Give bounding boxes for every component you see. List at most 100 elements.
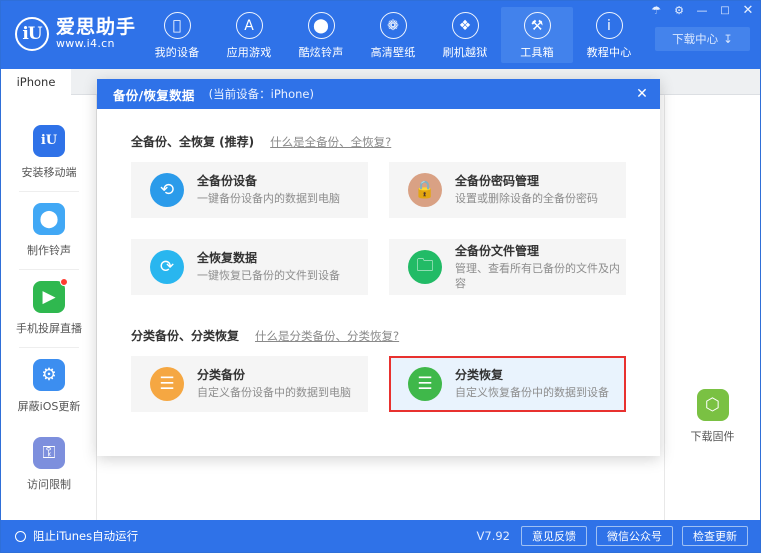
dialog-subtitle: (当前设备：iPhone) <box>208 87 314 101</box>
section-card-grid-1: ☰ 分类备份自定义备份设备中的数据到电脑 ☰ 分类恢复自定义恢复备份中的数据到设备 <box>131 356 626 412</box>
action-card-lock-password[interactable]: 🔒 全备份密码管理 设置或删除设备的全备份密码 <box>389 162 626 218</box>
top-nav-item-0[interactable]:  我的设备 <box>141 7 213 63</box>
top-navigation-bar: iU 爱思助手 www.i4.cn  我的设备 A 应用游戏 ⬤ 酷炫铃声 ❁ 高清壁纸 ❖ 刷… <box>1 1 760 69</box>
close-button[interactable]: ✕ <box>742 4 754 17</box>
top-nav-item-6[interactable]: i 教程中心 <box>573 7 645 63</box>
box-icon: ❖ <box>451 12 479 39</box>
sidebar-item-2[interactable]: ▶ 手机投屏直播 <box>1 269 97 347</box>
card-description: 自定义恢复备份中的数据到设备 <box>455 386 609 400</box>
category-backup-icon: ☰ <box>150 367 184 401</box>
brand-mark-icon: iU <box>15 17 49 51</box>
right-sidebar: ⬡ 下载固件 <box>664 95 760 520</box>
window-controls: ☂ ⚙ — □ ✕ <box>650 4 754 17</box>
card-title: 全备份密码管理 <box>455 173 540 188</box>
card-title: 全恢复数据 <box>197 250 258 265</box>
dialog-title: 备份/恢复数据 <box>113 87 195 103</box>
action-card-backup-device[interactable]: ⟲ 全备份设备一键备份设备内的数据到电脑 <box>131 162 368 218</box>
info-icon: i <box>595 12 623 39</box>
top-nav-items:  我的设备 A 应用游戏 ⬤ 酷炫铃声 ❁ 高清壁纸 ❖ 刷机越狱 ⚒ 工具箱 i 教程中心 <box>141 7 645 63</box>
tab-iphone[interactable]: iPhone <box>1 69 71 95</box>
backup-files-folder-icon: 🗀 <box>408 250 442 284</box>
tools-icon: ⚒ <box>523 12 551 39</box>
sidebar-item-4[interactable]: ⚿ 访问限制 <box>1 425 97 503</box>
top-nav-label: 教程中心 <box>586 46 632 59</box>
backup-device-icon: ⟲ <box>150 173 184 207</box>
top-nav-label: 应用游戏 <box>226 46 272 59</box>
card-description: 设置或删除设备的全备份密码 <box>455 192 598 206</box>
brand-logo[interactable]: iU 爱思助手 www.i4.cn <box>15 17 136 51</box>
action-card-backup-files-folder[interactable]: 🗀 全备份文件管理管理、查看所有已备份的文件及内容 <box>389 239 626 295</box>
status-bar: 阻止iTunes自动运行 V7.92 意见反馈 微信公众号 检查更新 <box>1 520 760 552</box>
firmware-cube-icon: ⬡ <box>696 388 729 421</box>
top-nav-label: 酷炫铃声 <box>298 46 344 59</box>
notification-badge <box>60 277 68 286</box>
check-update-button[interactable]: 检查更新 <box>682 526 748 546</box>
close-icon[interactable]: ✕ <box>632 84 652 104</box>
top-nav-label: 工具箱 <box>520 46 554 59</box>
section-header-1: 分类备份、分类恢复 什么是分类备份、分类恢复? <box>131 327 626 344</box>
sidebar-item-0[interactable]: iU 安装移动端 <box>1 113 97 191</box>
toggle-circle-icon <box>15 530 26 542</box>
section-help-link[interactable]: 什么是全备份、全恢复? <box>270 134 391 150</box>
download-center-button[interactable]: 下载中心 ↧ <box>655 27 750 51</box>
wechat-button[interactable]: 微信公众号 <box>596 526 673 546</box>
left-sidebar: iU 安装移动端 ⬤ 制作铃声 ▶ 手机投屏直播 ⚙ 屏蔽iOS更新 ⚿ 访问限制 <box>1 95 97 520</box>
section-header-0: 全备份、全恢复 (推荐) 什么是全备份、全恢复? <box>131 133 626 150</box>
top-nav-item-2[interactable]: ⬤ 酷炫铃声 <box>285 7 357 63</box>
settings-gear-icon[interactable]: ⚙ <box>673 5 685 16</box>
action-card-restore-data[interactable]: ⟳ 全恢复数据 一键恢复已备份的文件到设备 <box>131 239 368 295</box>
brand-url: www.i4.cn <box>56 37 115 51</box>
card-description: 管理、查看所有已备份的文件及内容 <box>455 261 620 290</box>
sidebar-item-firmware[interactable]: ⬡ 下载固件 <box>665 380 760 452</box>
download-icon: ↧ <box>723 32 733 46</box>
card-title: 分类恢复 <box>455 367 504 382</box>
top-nav-item-1[interactable]: A 应用游戏 <box>213 7 285 63</box>
appstore-icon: A <box>235 12 263 39</box>
app-window: iU 爱思助手 www.i4.cn  我的设备 A 应用游戏 ⬤ 酷炫铃声 ❁ 高清壁纸 ❖ 刷… <box>0 0 761 553</box>
i4-app-icon: iU <box>33 124 65 157</box>
top-nav-item-3[interactable]: ❁ 高清壁纸 <box>357 7 429 63</box>
card-title: 全备份设备 <box>197 173 258 188</box>
sidebar-item-label: 下载固件 <box>690 429 735 443</box>
category-restore-icon: ☰ <box>408 367 442 401</box>
restrictions-icon: ⚿ <box>33 436 65 469</box>
sidebar-item-label: 屏蔽iOS更新 <box>17 399 81 413</box>
action-card-category-restore[interactable]: ☰ 分类恢复自定义恢复备份中的数据到设备 <box>389 356 626 412</box>
bell-ringtone-icon: ⬤ <box>33 202 65 235</box>
screen-cast-icon: ▶ <box>33 277 68 313</box>
block-update-icon: ⚙ <box>33 358 65 391</box>
version-label: V7.92 <box>476 529 510 543</box>
skin-icon[interactable]: ☂ <box>650 5 662 16</box>
sidebar-item-label: 手机投屏直播 <box>16 321 82 335</box>
section-card-grid-0: ⟲ 全备份设备 一键备份设备内的数据到电脑 🔒 全备份密码管理 设置或删除设备的全备份密码… <box>131 162 626 295</box>
bell-icon: ⬤ <box>307 12 335 39</box>
card-description: 一键备份设备内的数据到电脑 <box>197 192 340 206</box>
card-title: 全备份文件管理 <box>455 243 540 258</box>
section-title: 全备份、全恢复 (推荐) <box>131 135 255 149</box>
top-nav-label: 高清壁纸 <box>370 46 416 59</box>
top-nav-label: 刷机越狱 <box>442 46 488 59</box>
download-center-label: 下载中心 <box>672 32 719 46</box>
top-nav-label: 我的设备 <box>154 46 200 59</box>
dialog-body: 全备份、全恢复 (推荐) 什么是全备份、全恢复? ⟲ 全备份设备一键备份设备内的数据到… <box>97 109 660 412</box>
sidebar-item-label: 安装移动端 <box>21 165 77 179</box>
itunes-block-toggle[interactable]: 阻止iTunes自动运行 <box>15 528 138 544</box>
sidebar-item-1[interactable]: ⬤ 制作铃声 <box>1 191 97 269</box>
card-description: 自定义备份设备中的数据到电脑 <box>197 386 351 400</box>
feedback-button[interactable]: 意见反馈 <box>521 526 587 546</box>
minimize-button[interactable]: — <box>696 5 708 16</box>
backup-restore-dialog: 备份/恢复数据 (当前设备：iPhone) ✕ 全备份、全恢复 (推荐) 什么是全… <box>97 79 660 456</box>
section-help-link[interactable]: 什么是分类备份、分类恢复? <box>255 328 399 344</box>
section-title: 分类备份、分类恢复 <box>131 329 240 343</box>
maximize-button[interactable]: □ <box>719 5 731 16</box>
status-bar-actions: V7.92 意见反馈 微信公众号 检查更新 <box>477 526 748 546</box>
top-nav-item-5[interactable]: ⚒ 工具箱 <box>501 7 573 63</box>
dialog-header: 备份/恢复数据 (当前设备：iPhone) ✕ <box>97 79 660 109</box>
top-nav-item-4[interactable]: ❖ 刷机越狱 <box>429 7 501 63</box>
sidebar-item-label: 访问限制 <box>27 477 71 491</box>
action-card-category-backup[interactable]: ☰ 分类备份自定义备份设备中的数据到电脑 <box>131 356 368 412</box>
sidebar-item-3[interactable]: ⚙ 屏蔽iOS更新 <box>1 347 97 425</box>
restore-data-icon: ⟳ <box>150 250 184 284</box>
card-title: 分类备份 <box>197 367 246 382</box>
